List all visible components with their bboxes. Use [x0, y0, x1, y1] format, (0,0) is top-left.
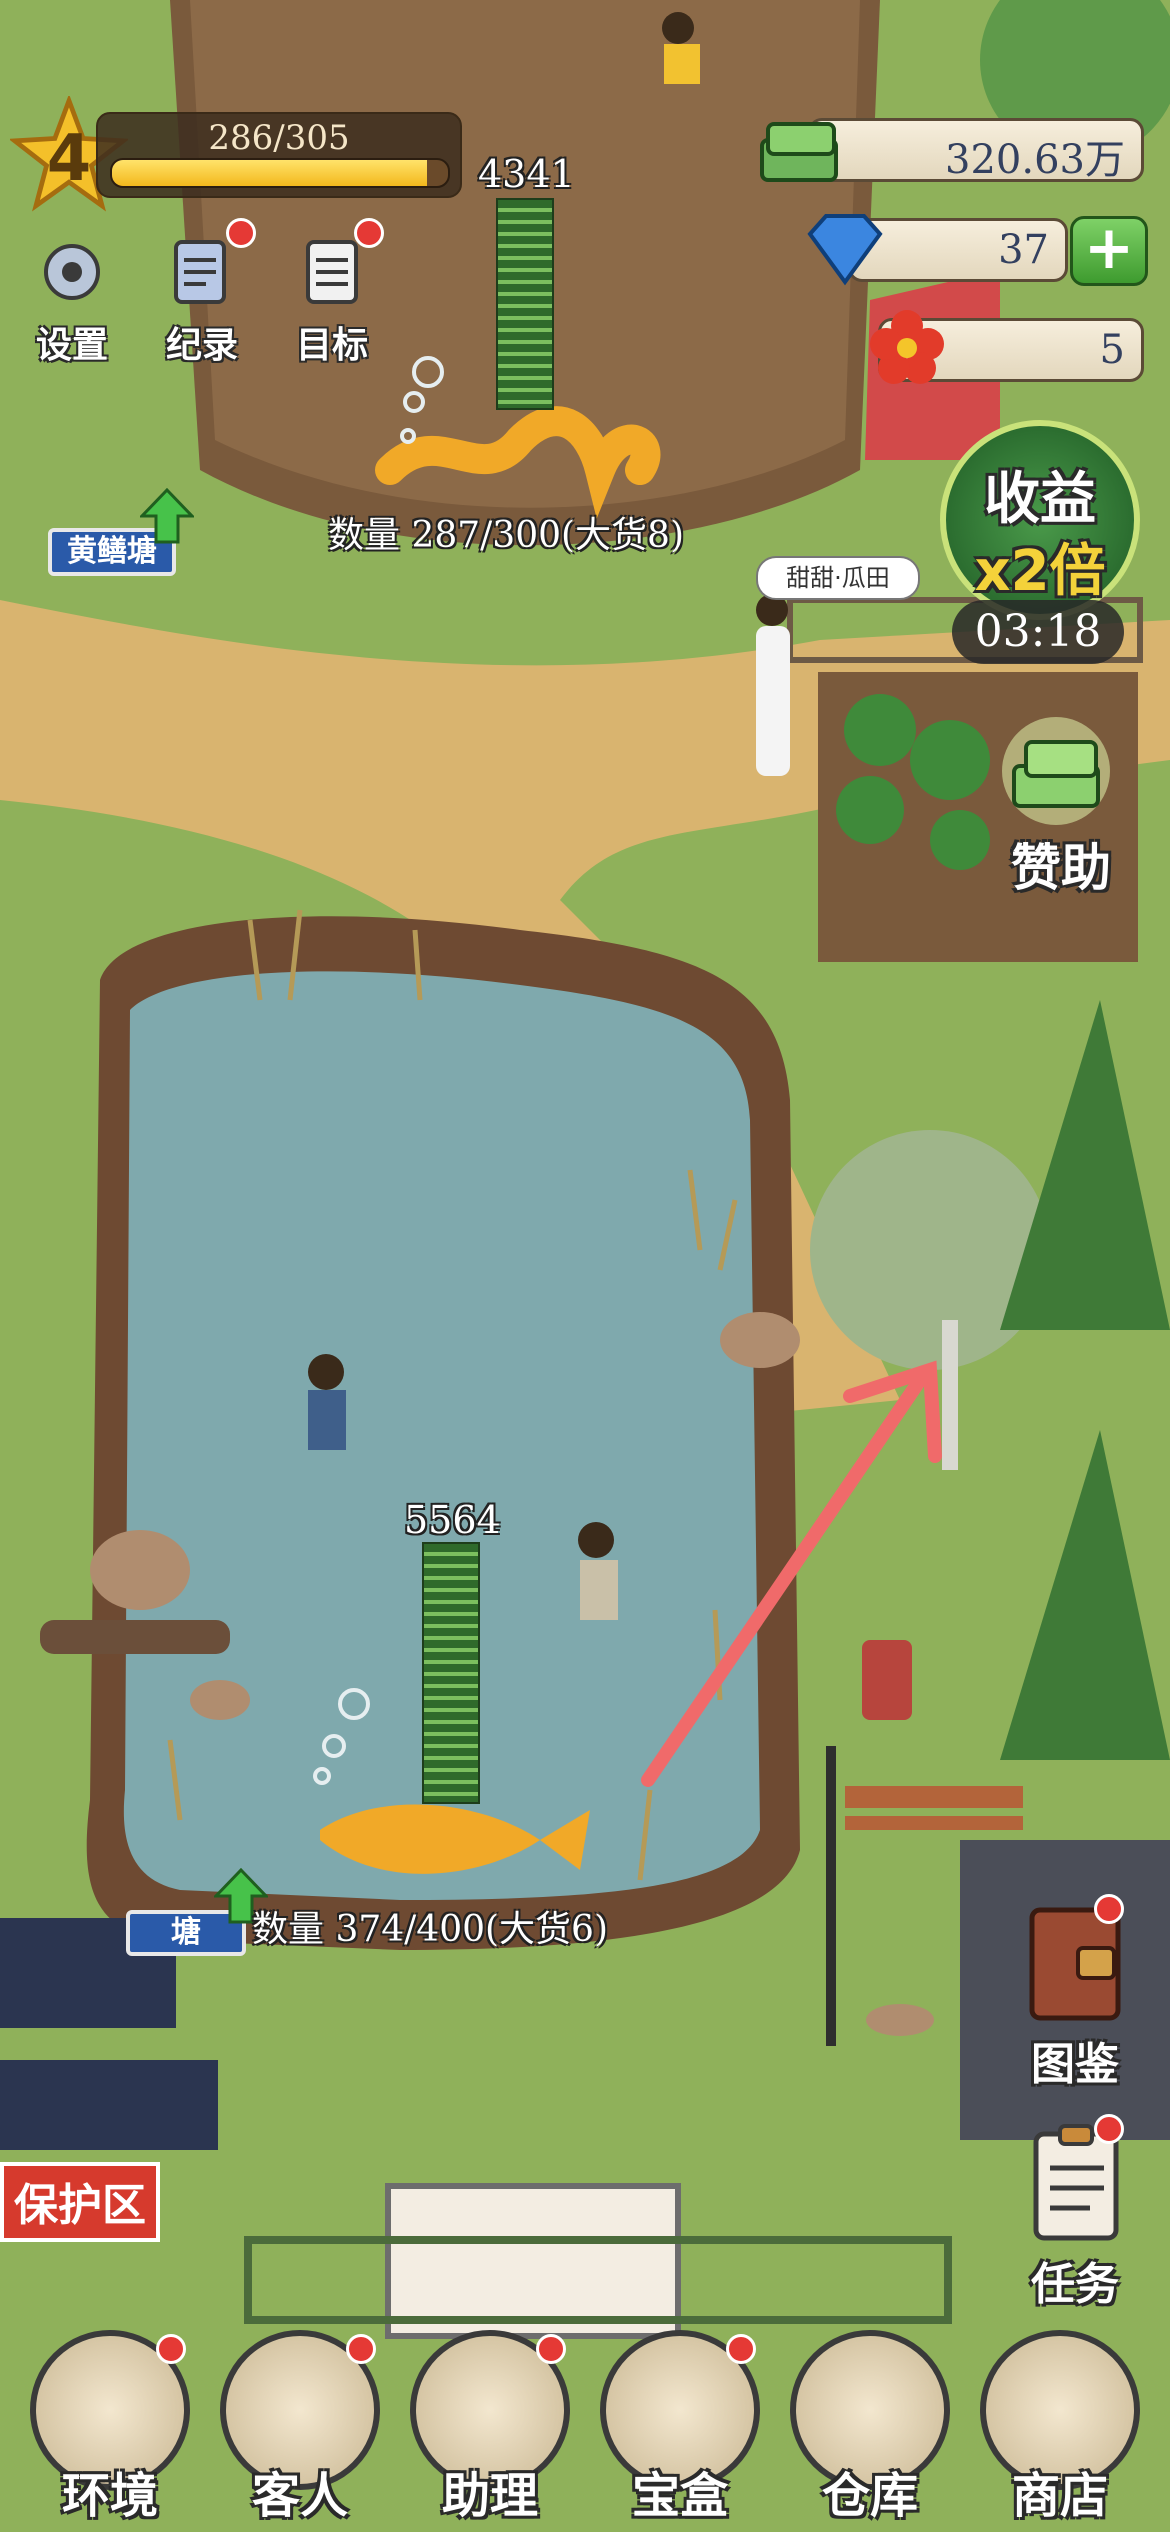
nav-assistant-label: 助理 — [441, 2468, 538, 2524]
record-button[interactable]: 纪录 — [152, 218, 256, 368]
nav-assistant[interactable]: 助理 — [400, 2330, 580, 2524]
record-badge — [226, 218, 256, 248]
npc-name-tag: 甜甜·瓜田 — [756, 556, 920, 600]
cash-stack-icon — [760, 122, 838, 182]
upgrade-arrow-icon[interactable] — [140, 488, 194, 544]
boost-line2: x2倍 — [974, 539, 1106, 604]
collection-badge — [1094, 1894, 1124, 1924]
xp-fill — [112, 160, 428, 186]
nav-treasure-box[interactable]: 宝盒 — [590, 2330, 770, 2524]
nav-shop[interactable]: 商店 — [970, 2330, 1150, 2524]
cash-pile-icon — [1002, 717, 1110, 825]
nav-warehouse-label: 仓库 — [821, 2468, 918, 2524]
sponsor-label: 赞助 — [1011, 839, 1111, 897]
record-label: 纪录 — [165, 325, 238, 366]
guests-badge — [346, 2334, 376, 2364]
nav-environment-label: 环境 — [61, 2468, 158, 2524]
xp-bar: 286/305 — [96, 112, 462, 198]
eel-money-stack[interactable] — [496, 198, 554, 410]
eel-stack-count: 4341 — [478, 152, 575, 196]
goal-label: 目标 — [295, 325, 368, 366]
gem-value: 37 — [998, 227, 1049, 273]
task-badge — [1094, 2114, 1124, 2144]
boost-timer: 03:18 — [952, 600, 1124, 664]
fish-stack-count: 5564 — [404, 1498, 501, 1542]
nav-warehouse[interactable]: 仓库 — [780, 2330, 960, 2524]
xp-track — [110, 158, 450, 188]
environment-badge — [156, 2334, 186, 2364]
cash-value: 320.63万 — [945, 137, 1125, 183]
boost-line1: 收益 — [984, 467, 1096, 532]
eel-quantity: 数量 287/300(大货8) — [328, 515, 684, 556]
assistant-badge — [536, 2334, 566, 2364]
diamond-icon — [807, 214, 883, 286]
nav-shop-label: 商店 — [1011, 2468, 1108, 2524]
collection-button[interactable]: 图鉴 — [1010, 1894, 1140, 2092]
protected-area-sign: 保护区 — [0, 2162, 160, 2242]
nav-guests-label: 客人 — [251, 2468, 348, 2524]
goal-button[interactable]: 目标 — [282, 218, 384, 368]
gear-icon — [44, 244, 100, 300]
nav-treasure-label: 宝盒 — [631, 2468, 728, 2524]
nav-guests[interactable]: 客人 — [210, 2330, 390, 2524]
add-gems-button[interactable]: + — [1070, 216, 1148, 286]
xp-text: 286/305 — [208, 118, 350, 158]
flower-icon — [870, 310, 944, 384]
cash-display: 320.63万 — [808, 118, 1144, 183]
fish-quantity: 数量 374/400(大货6) — [252, 1909, 608, 1950]
task-label: 任务 — [1031, 2259, 1119, 2310]
income-boost-button[interactable]: 收益 x2倍 — [940, 420, 1140, 620]
task-button[interactable]: 任务 — [1010, 2114, 1140, 2312]
collection-label: 图鉴 — [1031, 2039, 1119, 2090]
treasure-badge — [726, 2334, 756, 2364]
settings-label: 设置 — [35, 325, 108, 366]
flower-value: 5 — [1099, 327, 1125, 373]
goal-badge — [354, 218, 384, 248]
settings-button[interactable]: 设置 — [22, 232, 122, 368]
nav-environment[interactable]: 环境 — [20, 2330, 200, 2524]
sponsor-button[interactable]: 赞助 — [986, 716, 1136, 897]
fish-money-stack[interactable] — [422, 1542, 480, 1804]
